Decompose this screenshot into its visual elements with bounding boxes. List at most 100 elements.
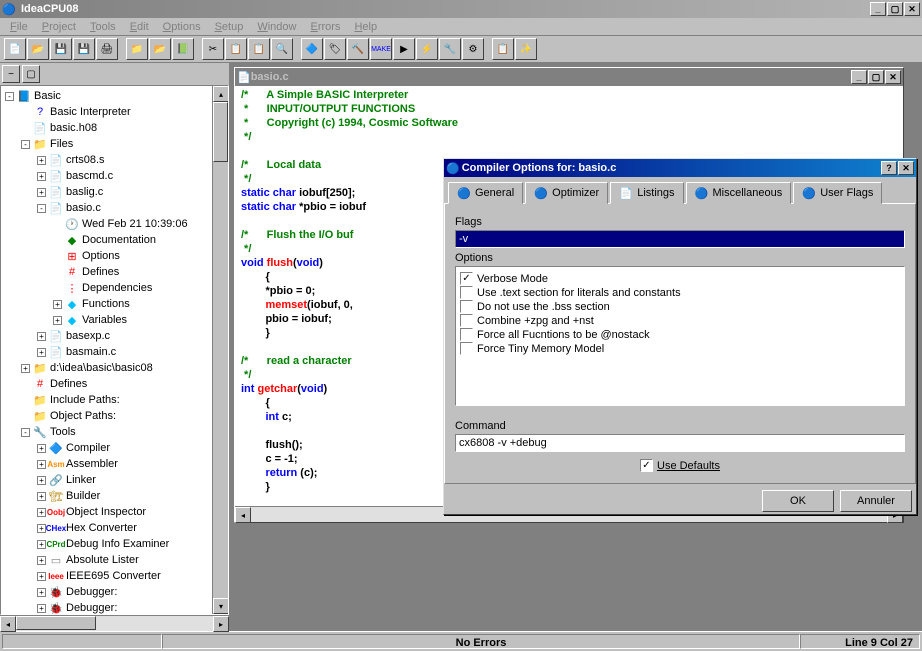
expand-icon[interactable]: + xyxy=(37,604,46,613)
menu-edit[interactable]: Edit xyxy=(124,20,155,34)
expand-icon[interactable]: + xyxy=(21,364,30,373)
toolbar-folder-blue[interactable]: 📁 xyxy=(126,38,148,60)
toolbar-print[interactable]: 🖨 xyxy=(96,38,118,60)
dialog-close-button[interactable]: ✕ xyxy=(898,161,914,175)
tree-item[interactable]: +▭Absolute Lister xyxy=(3,552,226,568)
editor-close-button[interactable]: ✕ xyxy=(885,70,901,84)
tab-user-flags[interactable]: 🔵User Flags xyxy=(793,182,882,204)
toolbar-run1[interactable]: ▶ xyxy=(393,38,415,60)
toolbar-opts[interactable]: 📋 xyxy=(492,38,514,60)
tree-item[interactable]: #Defines xyxy=(3,376,226,392)
tree-item[interactable]: 📁Include Paths: xyxy=(3,392,226,408)
expand-icon[interactable]: - xyxy=(21,428,30,437)
tree-item[interactable]: 📁Object Paths: xyxy=(3,408,226,424)
menu-help[interactable]: Help xyxy=(348,20,383,34)
tree-item[interactable]: +🐞Debugger: xyxy=(3,584,226,600)
expand-icon[interactable]: + xyxy=(37,492,46,501)
menu-file[interactable]: File xyxy=(4,20,34,34)
tree-item[interactable]: 🕐Wed Feb 21 10:39:06 xyxy=(3,216,226,232)
expand-icon[interactable]: + xyxy=(37,332,46,341)
command-input[interactable] xyxy=(455,434,905,452)
toolbar-paste[interactable]: 📋 xyxy=(248,38,270,60)
project-tree[interactable]: -📘Basic?Basic Interpreter📄basic.h08-📁Fil… xyxy=(0,85,229,615)
expand-icon[interactable]: + xyxy=(37,508,46,517)
tree-item[interactable]: -📄basio.c xyxy=(3,200,226,216)
expand-icon[interactable]: + xyxy=(37,588,46,597)
minimize-button[interactable]: _ xyxy=(870,2,886,16)
expand-icon[interactable]: + xyxy=(37,524,46,533)
tree-item[interactable]: #Defines xyxy=(3,264,226,280)
menu-setup[interactable]: Setup xyxy=(209,20,250,34)
tree-item[interactable]: +IeeeIEEE695 Converter xyxy=(3,568,226,584)
tree-vscrollbar[interactable]: ▴ ▾ xyxy=(212,86,228,614)
option-checkbox[interactable]: Force all Fucntions to be @nostack xyxy=(460,328,900,341)
tree-expand-button[interactable]: ▢ xyxy=(22,65,40,83)
toolbar-folder-open[interactable]: 📂 xyxy=(149,38,171,60)
tab-general[interactable]: 🔵General xyxy=(448,182,523,204)
expand-icon[interactable]: + xyxy=(37,348,46,357)
toolbar-build[interactable]: 🔨 xyxy=(347,38,369,60)
toolbar-save-all[interactable]: 💾 xyxy=(73,38,95,60)
menu-tools[interactable]: Tools xyxy=(84,20,122,34)
toolbar-tag[interactable]: 🏷 xyxy=(324,38,346,60)
tab-optimizer[interactable]: 🔵Optimizer xyxy=(525,182,608,204)
menu-errors[interactable]: Errors xyxy=(304,20,346,34)
tree-item[interactable]: +📄crts08.s xyxy=(3,152,226,168)
tree-item[interactable]: -📘Basic xyxy=(3,88,226,104)
tree-item[interactable]: +CPrdDebug Info Examiner xyxy=(3,536,226,552)
tree-item[interactable]: ?Basic Interpreter xyxy=(3,104,226,120)
tree-item[interactable]: +🔷Compiler xyxy=(3,440,226,456)
option-checkbox[interactable]: Combine +zpg and +nst xyxy=(460,314,900,327)
tree-item[interactable]: +OobjObject Inspector xyxy=(3,504,226,520)
tree-item[interactable]: +📄bascmd.c xyxy=(3,168,226,184)
tree-item[interactable]: +📁d:\idea\basic\basic08 xyxy=(3,360,226,376)
tree-collapse-button[interactable]: − xyxy=(2,65,20,83)
expand-icon[interactable]: - xyxy=(21,140,30,149)
toolbar-find[interactable]: 🔍 xyxy=(271,38,293,60)
expand-icon[interactable]: + xyxy=(37,444,46,453)
expand-icon[interactable]: + xyxy=(53,316,62,325)
toolbar-new-file[interactable]: 📄 xyxy=(4,38,26,60)
expand-icon[interactable]: + xyxy=(37,188,46,197)
menu-project[interactable]: Project xyxy=(36,20,82,34)
use-defaults-checkbox[interactable]: ✓ Use Defaults xyxy=(640,459,720,472)
tab-miscellaneous[interactable]: 🔵Miscellaneous xyxy=(686,182,792,204)
tree-item[interactable]: 📄basic.h08 xyxy=(3,120,226,136)
expand-icon[interactable]: + xyxy=(37,556,46,565)
tree-hscrollbar[interactable]: ◂▸ xyxy=(0,615,229,631)
maximize-button[interactable]: ▢ xyxy=(887,2,903,16)
flags-input[interactable] xyxy=(455,230,905,248)
ok-button[interactable]: OK xyxy=(762,490,834,512)
menu-options[interactable]: Options xyxy=(157,20,207,34)
cancel-button[interactable]: Annuler xyxy=(840,490,912,512)
tree-item[interactable]: +◆Variables xyxy=(3,312,226,328)
tree-item[interactable]: +🏗Builder xyxy=(3,488,226,504)
toolbar-cut[interactable]: ✂ xyxy=(202,38,224,60)
expand-icon[interactable]: - xyxy=(37,204,46,213)
tree-item[interactable]: ⋮Dependencies xyxy=(3,280,226,296)
expand-icon[interactable]: + xyxy=(37,476,46,485)
toolbar-open-file[interactable]: 📂 xyxy=(27,38,49,60)
tree-item[interactable]: ⊞Options xyxy=(3,248,226,264)
tree-item[interactable]: -📁Files xyxy=(3,136,226,152)
option-checkbox[interactable]: Force Tiny Memory Model xyxy=(460,342,900,355)
tree-item[interactable]: +CHexHex Converter xyxy=(3,520,226,536)
expand-icon[interactable]: + xyxy=(37,572,46,581)
toolbar-run2[interactable]: ⚡ xyxy=(416,38,438,60)
tree-item[interactable]: +🐞Debugger: xyxy=(3,600,226,615)
toolbar-folder-green[interactable]: 📗 xyxy=(172,38,194,60)
expand-icon[interactable]: + xyxy=(53,300,62,309)
tree-item[interactable]: +◆Functions xyxy=(3,296,226,312)
editor-maximize-button[interactable]: ▢ xyxy=(868,70,884,84)
tree-item[interactable]: +📄basmain.c xyxy=(3,344,226,360)
option-checkbox[interactable]: Use .text section for literals and const… xyxy=(460,286,900,299)
dialog-help-button[interactable]: ? xyxy=(881,161,897,175)
tree-item[interactable]: +🔗Linker xyxy=(3,472,226,488)
tree-item[interactable]: +AsmAssembler xyxy=(3,456,226,472)
toolbar-make[interactable]: MAKE xyxy=(370,38,392,60)
toolbar-wizard[interactable]: ✨ xyxy=(515,38,537,60)
tab-listings[interactable]: 📄Listings xyxy=(610,182,683,204)
toolbar-run4[interactable]: ⚙ xyxy=(462,38,484,60)
tree-item[interactable]: ◆Documentation xyxy=(3,232,226,248)
toolbar-run3[interactable]: 🔧 xyxy=(439,38,461,60)
